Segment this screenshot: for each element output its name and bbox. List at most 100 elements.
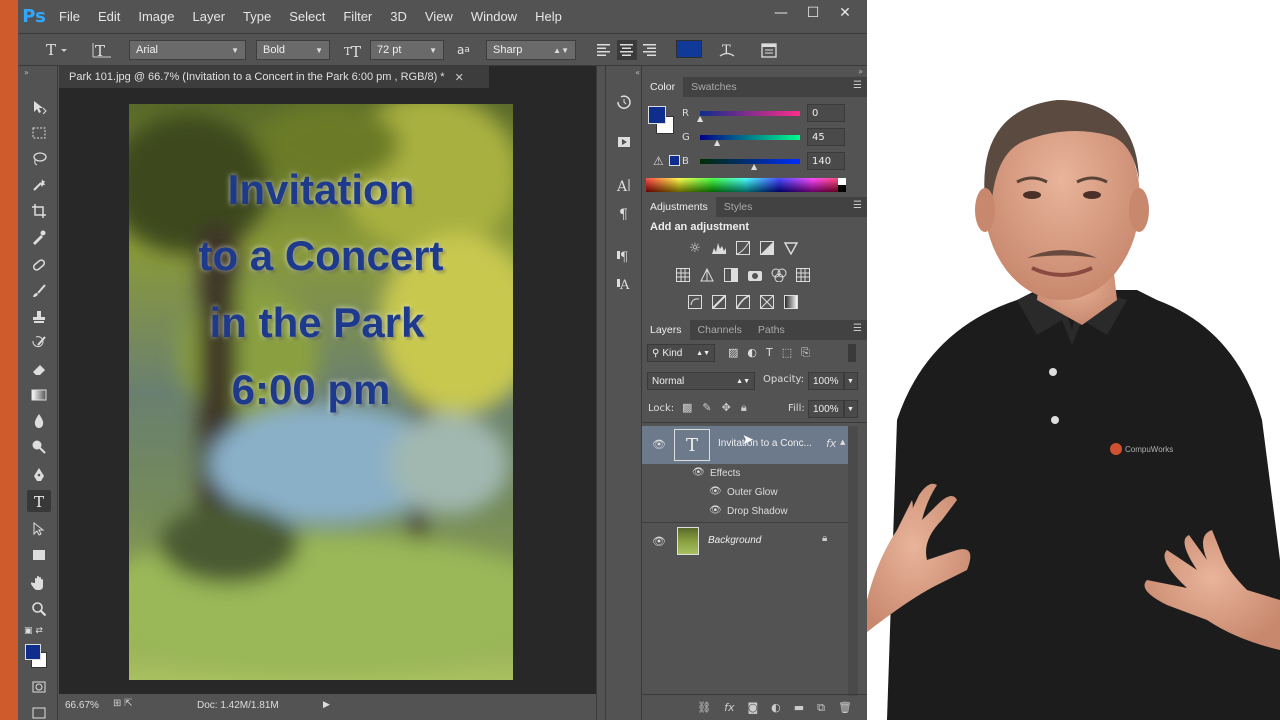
filter-adjustment-icon[interactable]: ◐ (747, 346, 757, 360)
lock-transparent-icon[interactable]: ▩ (682, 401, 692, 415)
link-layers-icon[interactable]: ⛓︎ (697, 701, 711, 714)
add-layer-style-icon[interactable]: fx (724, 701, 734, 714)
collapse-panels-icon[interactable]: » (858, 67, 863, 76)
green-slider[interactable]: G 45 (682, 127, 845, 147)
type-tool-icon[interactable]: T (27, 490, 51, 512)
actions-panel-icon[interactable] (612, 131, 636, 153)
foreground-color-swatch[interactable] (25, 644, 41, 660)
move-tool-icon[interactable] (27, 96, 51, 118)
menu-3d[interactable]: 3D (381, 9, 416, 24)
effects-visibility-icon[interactable]: 👁︎ (692, 467, 705, 478)
font-style-select[interactable]: Bold ▼ (256, 40, 330, 60)
warp-text-icon[interactable]: T (718, 40, 736, 60)
close-document-icon[interactable]: ✕ (455, 71, 464, 84)
tab-swatches[interactable]: Swatches (683, 77, 745, 97)
align-center-icon[interactable] (617, 40, 637, 60)
expand-effects-icon[interactable]: ▲ (840, 438, 845, 446)
background-layer-name[interactable]: Background (708, 535, 761, 546)
gamut-warning-icon[interactable]: ⚠ (653, 154, 664, 168)
path-selection-tool-icon[interactable] (27, 518, 51, 540)
layer-fx-icon[interactable]: fx (826, 437, 836, 450)
fill-dropdown-icon[interactable]: ▼ (844, 400, 858, 418)
tab-layers[interactable]: Layers (642, 320, 690, 340)
status-menu-arrow-icon[interactable]: ▶ (323, 699, 330, 710)
zoom-tool-icon[interactable] (27, 598, 51, 620)
invert-icon[interactable] (687, 294, 703, 310)
font-size-select[interactable]: 72 pt ▼ (370, 40, 444, 60)
filter-pixel-icon[interactable]: ▨ (728, 346, 738, 360)
background-visibility-eye-icon[interactable]: 👁︎ (652, 535, 666, 548)
align-left-icon[interactable] (596, 40, 612, 60)
font-family-select[interactable]: Arial ▼ (129, 40, 246, 60)
new-adjustment-layer-icon[interactable]: ◐ (771, 701, 781, 714)
effect-row-outer-glow[interactable]: 👁︎ Outer Glow (642, 483, 852, 502)
outer-glow-visibility-icon[interactable]: 👁︎ (709, 486, 722, 497)
color-panel-menu-icon[interactable]: ☰ (853, 80, 862, 91)
green-slider-thumb[interactable]: ▲ (714, 138, 720, 147)
menu-image[interactable]: Image (129, 9, 183, 24)
color-lookup-icon[interactable] (795, 267, 811, 283)
effects-row[interactable]: 👁︎ Effects (642, 464, 852, 483)
toggle-text-orientation-icon[interactable]: T (92, 40, 112, 60)
hue-saturation-icon[interactable] (675, 267, 691, 283)
black-white-icon[interactable] (723, 267, 739, 283)
paragraph-styles-icon[interactable]: ¶ (612, 244, 636, 266)
exposure-icon[interactable] (759, 240, 775, 256)
selective-color-icon[interactable] (759, 294, 775, 310)
screen-mode-icon[interactable] (27, 702, 51, 720)
quick-selection-tool-icon[interactable] (27, 174, 51, 196)
color-panel-foreground[interactable] (648, 106, 666, 124)
blue-value[interactable]: 140 (807, 152, 845, 170)
quick-mask-icon[interactable] (27, 676, 51, 698)
lock-position-icon[interactable]: ✥ (722, 401, 731, 415)
blur-tool-icon[interactable] (27, 410, 51, 432)
opacity-field[interactable]: 100% (808, 372, 844, 390)
crop-tool-icon[interactable] (27, 200, 51, 222)
new-layer-icon[interactable]: ⧉ (817, 701, 825, 715)
levels-icon[interactable] (711, 240, 727, 256)
vibrance-icon[interactable] (783, 240, 799, 256)
lock-all-icon[interactable]: 🔒︎ (741, 401, 747, 415)
gradient-tool-icon[interactable] (27, 384, 51, 406)
eraser-tool-icon[interactable] (27, 358, 51, 380)
tab-channels[interactable]: Channels (690, 320, 750, 340)
menu-type[interactable]: Type (234, 9, 280, 24)
effect-row-drop-shadow[interactable]: 👁︎ Drop Shadow (642, 502, 852, 521)
tab-adjustments[interactable]: Adjustments (642, 197, 716, 217)
maximize-button[interactable]: ☐ (797, 2, 829, 24)
paragraph-panel-icon[interactable]: ¶ (612, 202, 636, 224)
menu-file[interactable]: File (50, 9, 89, 24)
character-panel-icon[interactable] (760, 40, 778, 60)
default-colors-icon[interactable]: ▣ ⇄ (24, 626, 52, 638)
menu-view[interactable]: View (416, 9, 462, 24)
new-group-icon[interactable]: ▬ (794, 701, 804, 714)
healing-brush-tool-icon[interactable] (27, 254, 51, 276)
tab-paths[interactable]: Paths (750, 320, 793, 340)
color-balance-icon[interactable] (699, 267, 715, 283)
blue-slider-thumb[interactable]: ▲ (751, 162, 757, 171)
filter-shape-icon[interactable]: ⬚ (782, 346, 792, 360)
adjustments-panel-menu-icon[interactable]: ☰ (853, 200, 862, 211)
minimize-button[interactable]: — (765, 2, 797, 24)
hand-tool-icon[interactable] (27, 572, 51, 594)
anti-alias-select[interactable]: Sharp ▲▼ (486, 40, 576, 60)
text-color-swatch[interactable] (676, 40, 702, 58)
layer-visibility-eye-icon[interactable]: 👁︎ (652, 438, 666, 451)
marquee-tool-icon[interactable] (27, 122, 51, 144)
posterize-icon[interactable] (711, 294, 727, 310)
collapse-toolbox-icon[interactable]: » (24, 68, 29, 77)
red-value[interactable]: 0 (807, 104, 845, 122)
rectangle-tool-icon[interactable] (27, 544, 51, 566)
collapse-dock-icon[interactable]: « (608, 68, 640, 77)
tab-styles[interactable]: Styles (716, 197, 761, 217)
layer-row-background[interactable]: 👁︎ Background 🔒︎ (642, 522, 852, 558)
type-tool-preset-icon[interactable]: T (44, 40, 68, 60)
align-right-icon[interactable] (642, 40, 658, 60)
document-canvas[interactable]: Invitation to a Concert in the Park 6:00… (129, 104, 513, 680)
threshold-icon[interactable] (735, 294, 751, 310)
menu-layer[interactable]: Layer (184, 9, 235, 24)
gamut-swatch[interactable] (669, 155, 680, 166)
pen-tool-icon[interactable] (27, 464, 51, 486)
history-panel-icon[interactable] (612, 91, 636, 113)
menu-filter[interactable]: Filter (334, 9, 381, 24)
